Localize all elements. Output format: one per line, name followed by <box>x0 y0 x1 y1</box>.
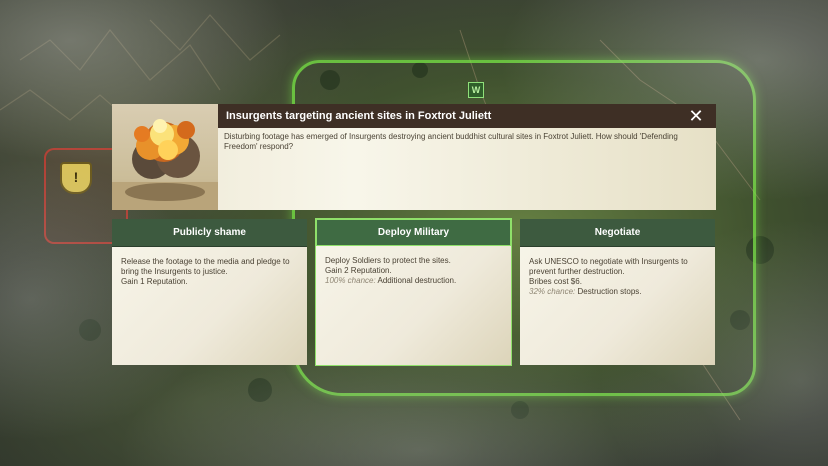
option-description: Release the footage to the media and ple… <box>112 247 307 287</box>
option-description: Deploy Soldiers to protect the sites. Ga… <box>316 246 511 286</box>
event-description: Disturbing footage has emerged of Insurg… <box>224 132 678 151</box>
explosion-icon <box>112 119 218 210</box>
option-description: Ask UNESCO to negotiate with Insurgents … <box>520 247 715 297</box>
close-button[interactable]: ✕ <box>684 104 708 128</box>
option-line: Bribes cost $6. <box>529 277 582 286</box>
option-negotiate[interactable]: Negotiate Ask UNESCO to negotiate with I… <box>520 219 715 365</box>
event-title: Insurgents targeting ancient sites in Fo… <box>226 110 492 122</box>
option-title: Deploy Military <box>316 219 511 246</box>
option-title: Negotiate <box>520 219 715 247</box>
option-publicly-shame[interactable]: Publicly shame Release the footage to th… <box>112 219 307 365</box>
option-chance-line: 100% chance: Additional destruction. <box>325 276 502 286</box>
option-chance: 100% chance: <box>325 276 376 285</box>
option-line: Ask UNESCO to negotiate with Insurgents … <box>529 257 688 276</box>
option-chance-result: Destruction stops. <box>577 287 642 296</box>
option-chance-line: 32% chance: Destruction stops. <box>529 287 706 297</box>
option-chance-result: Additional destruction. <box>377 276 457 285</box>
explosion-image <box>112 104 218 210</box>
option-deploy-military[interactable]: Deploy Military Deploy Soldiers to prote… <box>316 219 511 365</box>
option-line: Deploy Soldiers to protect the sites. <box>325 256 451 265</box>
option-title: Publicly shame <box>112 219 307 247</box>
option-line: Gain 2 Reputation. <box>325 266 392 275</box>
option-line: Gain 1 Reputation. <box>121 277 188 286</box>
option-line: Release the footage to the media and ple… <box>121 257 290 276</box>
option-chance: 32% chance: <box>529 287 576 296</box>
